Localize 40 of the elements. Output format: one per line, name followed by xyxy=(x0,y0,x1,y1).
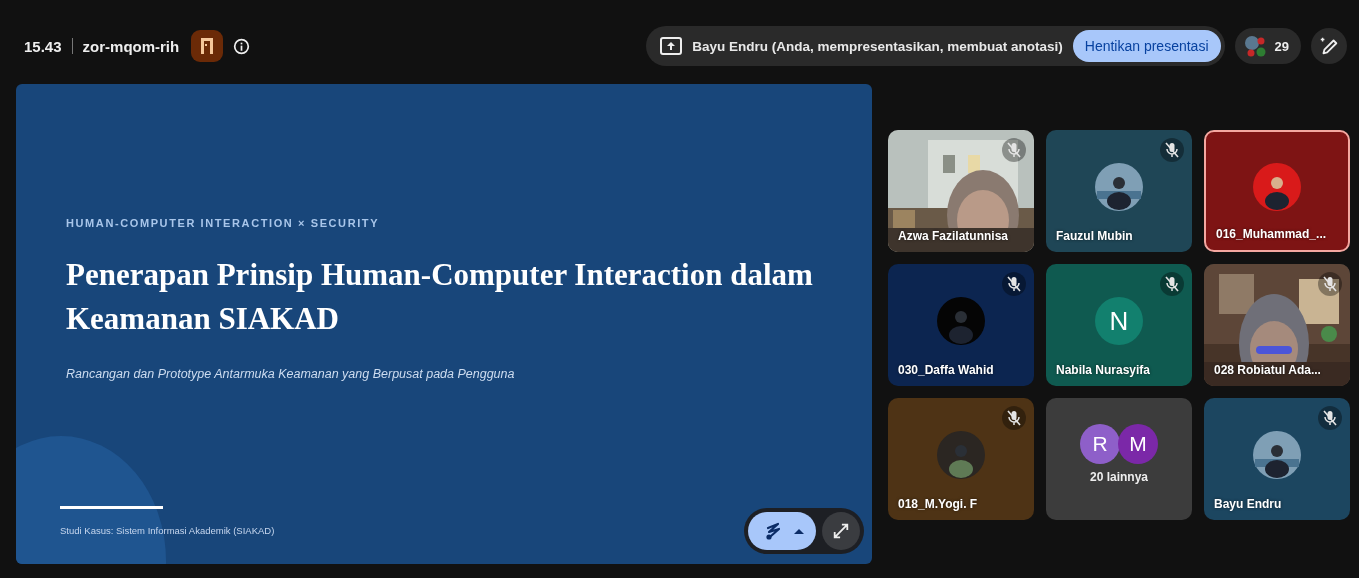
slide-footer: Studi Kasus: Sistem Informasi Akademik (SIAKAD) xyxy=(60,525,275,536)
participant-tile[interactable]: 028 Robiatul Ada... xyxy=(1204,264,1350,386)
participant-tile[interactable]: 018_M.Yogi. F xyxy=(888,398,1034,520)
participants-button[interactable]: 29 xyxy=(1234,28,1301,64)
participant-tile[interactable]: Azwa Fazilatunnisa xyxy=(888,130,1034,252)
participant-tile[interactable]: R M 20 lainnya xyxy=(1046,398,1192,520)
fullscreen-button[interactable] xyxy=(822,512,860,550)
participant-name: Azwa Fazilatunnisa xyxy=(898,229,1009,243)
slide-subtitle: Rancangan dan Prototype Antarmuka Keamanan yang Berpusat pada Pengguna xyxy=(66,367,516,381)
stop-presenting-button[interactable]: Hentikan presentasi xyxy=(1072,30,1221,62)
presenting-label: Bayu Endru (Anda, mempresentasikan, membuat anotasi) xyxy=(692,38,1063,54)
meeting-time: 15.43 xyxy=(24,37,62,55)
slide-eyebrow: HUMAN-COMPUTER INTERACTION × SECURITY xyxy=(66,217,381,229)
participant-tile[interactable]: Fauzul Mubin xyxy=(1046,130,1192,252)
participant-name: 016_Muhammad_... xyxy=(1216,227,1327,241)
participant-tile[interactable]: Bayu Endru xyxy=(1204,398,1350,520)
meeting-code: zor-mqom-rih xyxy=(82,37,180,55)
participant-tile[interactable]: 030_Daffa Wahid xyxy=(888,264,1034,386)
participant-name: Fauzul Mubin xyxy=(1056,229,1133,243)
avatar-initial: R xyxy=(1080,424,1120,464)
avatar-initial: M xyxy=(1118,424,1158,464)
participant-tile[interactable]: N Nabila Nurasyifa xyxy=(1046,264,1192,386)
avatar-initial: N xyxy=(1095,297,1143,345)
info-icon[interactable] xyxy=(233,37,251,55)
pen-sparkle-icon xyxy=(1318,35,1340,57)
participant-name: Nabila Nurasyifa xyxy=(1056,363,1151,377)
participant-avatars-icon xyxy=(1242,34,1267,58)
participant-name: Bayu Endru xyxy=(1214,497,1282,511)
annotate-button[interactable] xyxy=(1311,28,1347,64)
more-participants-label: 20 lainnya xyxy=(1090,470,1148,484)
participant-name: 030_Daffa Wahid xyxy=(898,363,994,377)
expand-icon xyxy=(832,522,850,540)
participant-name: 028 Robiatul Ada... xyxy=(1214,363,1321,377)
door-icon[interactable] xyxy=(191,30,224,62)
participant-name: 018_M.Yogi. F xyxy=(898,497,978,511)
slide-title: Penerapan Prinsip Human-Computer Interaction dalam Keamanan SIAKAD xyxy=(66,256,814,338)
caret-up-icon xyxy=(794,528,804,534)
participant-tile[interactable]: 016_Muhammad_... xyxy=(1204,130,1350,252)
annotation-tools-button[interactable] xyxy=(748,512,816,550)
present-screen-icon xyxy=(660,37,683,55)
